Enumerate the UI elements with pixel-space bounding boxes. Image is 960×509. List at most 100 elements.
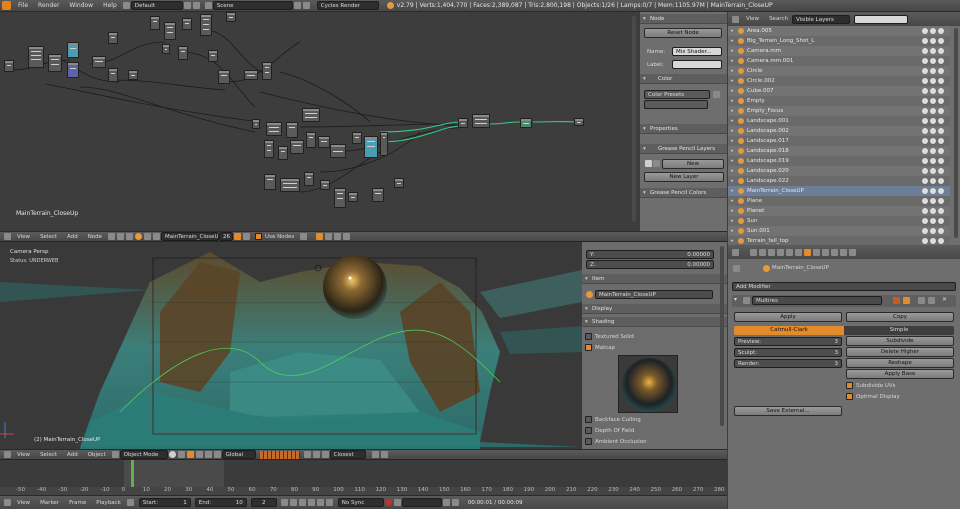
eye-icon[interactable]: [922, 218, 928, 224]
select-arrow-icon[interactable]: [930, 58, 936, 64]
outliner-item-name[interactable]: Landscape.018: [747, 146, 789, 156]
screen-layout-icon[interactable]: [122, 2, 130, 9]
properties-editor-type-icon[interactable]: [732, 248, 739, 256]
outliner-item-name[interactable]: Landscape.002: [747, 126, 789, 136]
visibility-toggles[interactable]: [920, 68, 948, 74]
select-arrow-icon[interactable]: [930, 148, 936, 154]
select-arrow-icon[interactable]: [930, 38, 936, 44]
render-camera-icon[interactable]: [938, 38, 944, 44]
visibility-toggles[interactable]: [920, 168, 948, 174]
ao-row[interactable]: Ambient Occlusion: [585, 438, 647, 445]
editor-type-icon[interactable]: [4, 233, 11, 240]
pin-icon[interactable]: [144, 233, 152, 240]
menu-file[interactable]: File: [18, 2, 28, 9]
menu-render[interactable]: Render: [38, 2, 59, 9]
npanel-scrollbar[interactable]: [720, 246, 724, 426]
outliner-menu-search[interactable]: Search: [769, 16, 788, 22]
visibility-toggles[interactable]: [920, 38, 948, 44]
expand-arrow-icon[interactable]: ▸: [731, 36, 734, 46]
render-levels-field[interactable]: Render: 3: [734, 359, 842, 368]
color-presets-select[interactable]: Color Presets: [644, 90, 710, 99]
outliner-item-name[interactable]: Terrain_fall_top: [747, 236, 789, 245]
visibility-toggles[interactable]: [920, 158, 948, 164]
eye-icon[interactable]: [922, 88, 928, 94]
outliner-item[interactable]: ▸ Sun.001: [728, 226, 950, 236]
viewport-menu-object[interactable]: Object: [88, 452, 106, 458]
location-z-field[interactable]: Z: 0.00000: [586, 260, 714, 269]
reshape-button[interactable]: Reshape: [846, 358, 954, 368]
visibility-toggles[interactable]: [920, 58, 948, 64]
select-arrow-icon[interactable]: [930, 158, 936, 164]
eye-icon[interactable]: [922, 78, 928, 84]
timeline-menu-marker[interactable]: Marker: [40, 500, 59, 506]
record-icon[interactable]: [384, 499, 392, 506]
visibility-toggles[interactable]: [920, 48, 948, 54]
data-tab-icon[interactable]: [813, 248, 820, 256]
grease-new-button[interactable]: New: [662, 159, 724, 169]
viewport-menu-add[interactable]: Add: [67, 452, 78, 458]
scale-icon[interactable]: [213, 451, 221, 458]
outliner-item[interactable]: ▸ MainTerrain_CloseUP: [728, 186, 950, 196]
outliner-item[interactable]: ▸ Circle.002: [728, 76, 950, 86]
visibility-toggles[interactable]: [920, 228, 948, 234]
material-browse-icon[interactable]: [153, 233, 161, 240]
matcap-preview[interactable]: [618, 355, 678, 413]
jump-end-icon[interactable]: [325, 499, 333, 506]
render-camera-icon[interactable]: [938, 48, 944, 54]
delete-keyframe-icon[interactable]: [451, 499, 459, 506]
material-name-field[interactable]: MainTerrain_CloseUp: [161, 232, 222, 241]
select-arrow-icon[interactable]: [930, 108, 936, 114]
catmull-clark-button[interactable]: Catmull-Clark: [734, 326, 844, 335]
expand-arrow-icon[interactable]: ▸: [731, 46, 734, 56]
outliner-search-input[interactable]: [853, 14, 908, 24]
visibility-toggles[interactable]: [920, 88, 948, 94]
backface-row[interactable]: Backface Culling: [585, 416, 641, 423]
outliner-display-select[interactable]: Visible Layers: [791, 14, 850, 24]
render-camera-icon[interactable]: [938, 208, 944, 214]
eye-icon[interactable]: [922, 28, 928, 34]
delete-higher-button[interactable]: Delete Higher: [846, 347, 954, 357]
add-scene-icon[interactable]: [293, 2, 301, 9]
expand-arrow-icon[interactable]: ▸: [731, 86, 734, 96]
subdivide-button[interactable]: Subdivide: [846, 336, 954, 346]
render-camera-icon[interactable]: [938, 198, 944, 204]
outliner-item-name[interactable]: Area.005: [747, 26, 772, 36]
modifier-collapse-icon[interactable]: ▾: [734, 296, 737, 303]
expand-arrow-icon[interactable]: ▸: [731, 226, 734, 236]
modifier-remove-icon[interactable]: ✕: [942, 296, 947, 303]
snap-element-icon[interactable]: [325, 233, 333, 240]
render-camera-icon[interactable]: [938, 218, 944, 224]
select-arrow-icon[interactable]: [930, 118, 936, 124]
render-camera-icon[interactable]: [938, 78, 944, 84]
node-menu-select[interactable]: Select: [40, 234, 57, 240]
expand-arrow-icon[interactable]: ▸: [731, 96, 734, 106]
outliner-item-name[interactable]: Cube.007: [747, 86, 773, 96]
select-arrow-icon[interactable]: [930, 88, 936, 94]
render-camera-icon[interactable]: [938, 108, 944, 114]
next-keyframe-icon[interactable]: [316, 499, 324, 506]
dof-checkbox[interactable]: [585, 427, 592, 434]
expand-arrow-icon[interactable]: ▸: [731, 126, 734, 136]
jump-start-icon[interactable]: [280, 499, 288, 506]
opengl-anim-icon[interactable]: [380, 451, 388, 458]
blender-logo-icon[interactable]: [2, 1, 11, 10]
render-camera-icon[interactable]: [938, 28, 944, 34]
grease-colors-section-header[interactable]: Grease Pencil Colors: [640, 188, 727, 198]
translate-icon[interactable]: [195, 451, 203, 458]
eye-icon[interactable]: [922, 178, 928, 184]
eye-icon[interactable]: [922, 138, 928, 144]
outliner-item[interactable]: ▸ Empty: [728, 96, 950, 106]
render-camera-icon[interactable]: [938, 158, 944, 164]
select-arrow-icon[interactable]: [930, 68, 936, 74]
outliner-item-name[interactable]: Plane: [747, 196, 762, 206]
outliner-item-name[interactable]: Landscape.022: [747, 176, 789, 186]
apply-button[interactable]: Apply: [734, 312, 842, 322]
reset-node-button[interactable]: Reset Node: [644, 28, 722, 38]
subdivide-uvs-checkbox[interactable]: [846, 382, 853, 389]
visibility-toggles[interactable]: [920, 188, 948, 194]
opengl-render-icon[interactable]: [371, 451, 379, 458]
outliner-item-name[interactable]: Empty_Focus: [747, 106, 783, 116]
render-layers-tab-icon[interactable]: [759, 248, 766, 256]
backdrop-icon[interactable]: [300, 233, 308, 240]
visibility-toggles[interactable]: [920, 178, 948, 184]
